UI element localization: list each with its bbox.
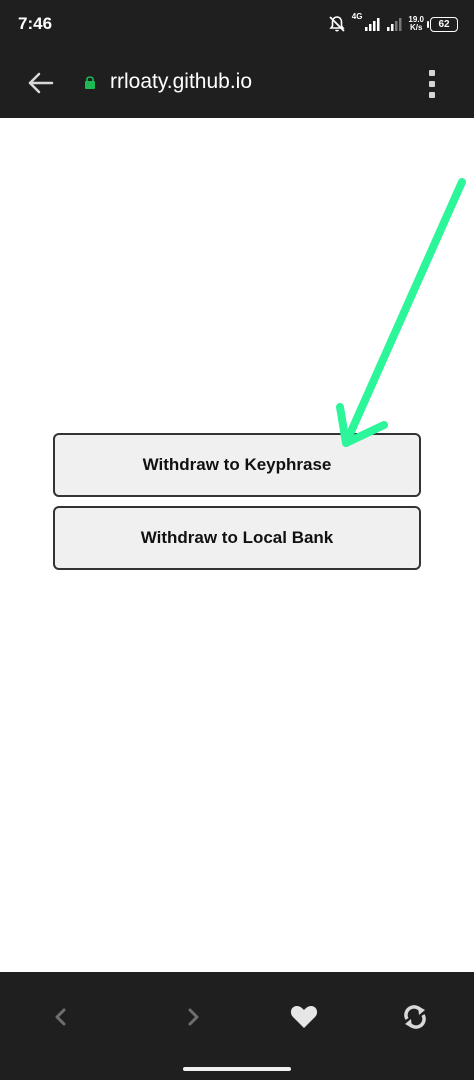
bell-off-icon <box>329 16 345 32</box>
withdraw-local-bank-button[interactable]: Withdraw to Local Bank <box>53 506 421 570</box>
network-type: 4G <box>351 12 363 21</box>
refresh-icon[interactable] <box>400 1002 430 1032</box>
home-indicator[interactable] <box>183 1067 291 1071</box>
status-time: 7:46 <box>18 14 53 33</box>
browser-toolbar: rrloaty.github.io <box>0 48 474 118</box>
battery-icon: 62 <box>427 16 458 32</box>
status-icons: 4G 19.0 K/s 62 <box>328 12 458 36</box>
status-bar: 7:46 4G 19.0 K/s 62 <box>0 0 474 48</box>
chevron-left-icon[interactable] <box>46 1002 76 1032</box>
chevron-right-icon[interactable] <box>178 1002 208 1032</box>
net-speed-unit: K/s <box>409 23 423 32</box>
url-text[interactable]: rrloaty.github.io <box>110 70 252 94</box>
heart-icon[interactable] <box>289 1002 319 1032</box>
back-arrow-icon[interactable] <box>26 68 56 98</box>
signal-icon <box>387 18 402 31</box>
signal-icon <box>365 18 380 31</box>
page-content: Withdraw to Keyphrase Withdraw to Local … <box>0 118 474 972</box>
net-speed: 19.0 K/s <box>408 16 424 32</box>
more-menu-icon[interactable] <box>424 68 440 100</box>
battery-level: 62 <box>438 18 450 30</box>
lock-icon <box>85 76 95 89</box>
withdraw-keyphrase-button[interactable]: Withdraw to Keyphrase <box>53 433 421 497</box>
bottom-nav <box>0 972 474 1080</box>
